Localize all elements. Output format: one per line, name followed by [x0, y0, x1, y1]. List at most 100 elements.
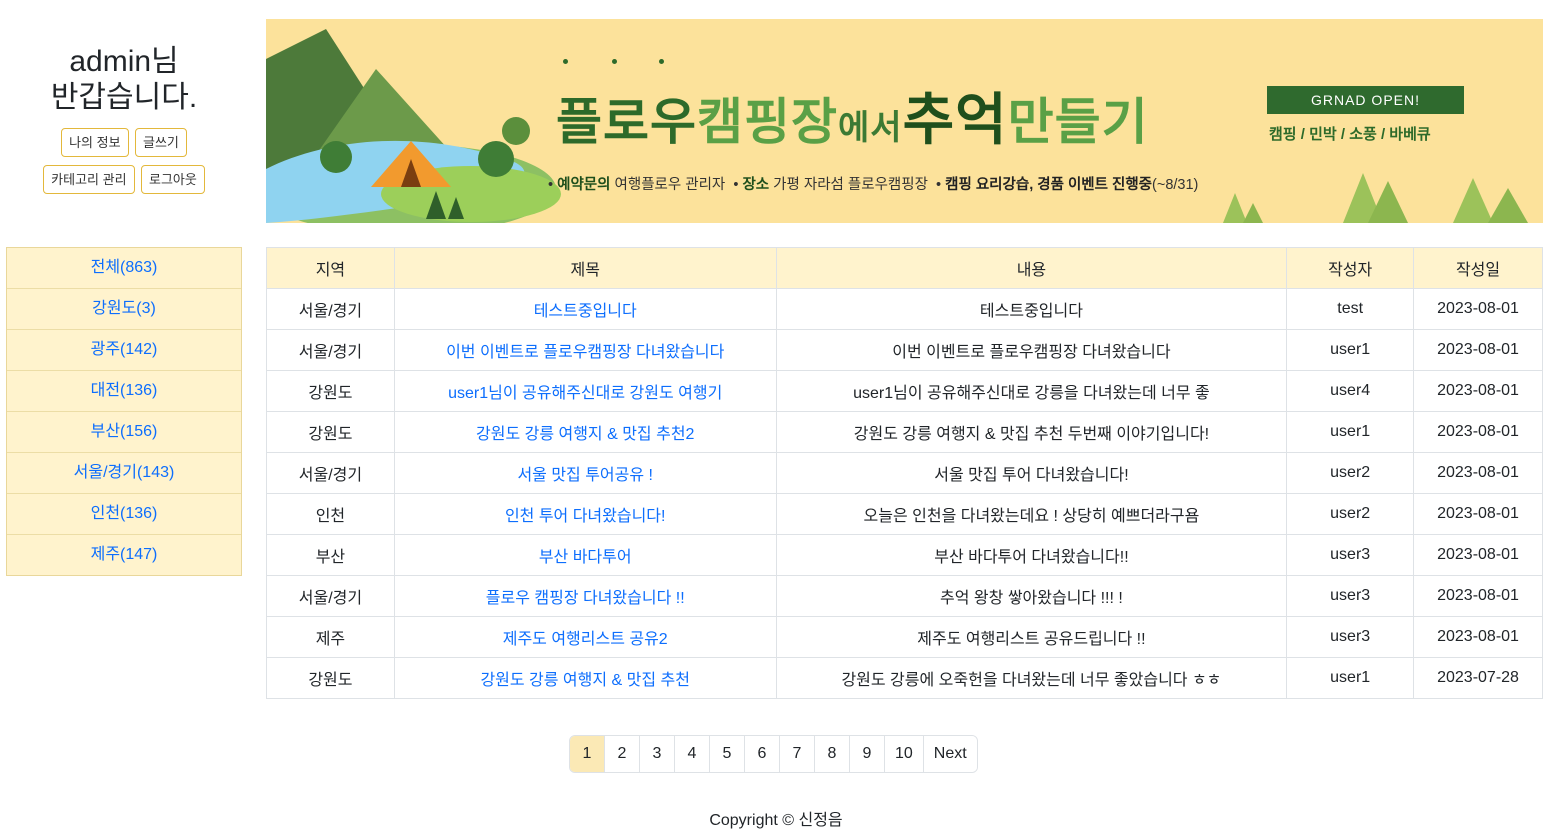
- page-button-7[interactable]: 7: [779, 736, 814, 772]
- cell-region: 인천: [266, 493, 395, 535]
- post-title-link[interactable]: 테스트중입니다: [393, 288, 777, 330]
- post-title-link[interactable]: 부산 바다투어: [393, 534, 777, 576]
- cell-content: 강원도 강릉에 오죽헌을 다녀왔는데 너무 좋았습니다 ㅎㅎ: [775, 657, 1288, 699]
- category-item-all[interactable]: 전체(863): [7, 248, 241, 288]
- info2-text: 가평 자라섬 플로우캠핑장: [773, 177, 928, 193]
- cell-author: user1: [1286, 329, 1415, 371]
- page-button-4[interactable]: 4: [674, 736, 709, 772]
- cell-date: 2023-08-01: [1413, 288, 1543, 330]
- post-title-link[interactable]: user1님이 공유해주신대로 강원도 여행기: [393, 370, 777, 412]
- info3-text: (~8/31): [1152, 177, 1199, 193]
- post-title-link[interactable]: 이번 이벤트로 플로우캠핑장 다녀왔습니다: [393, 329, 777, 371]
- write-button[interactable]: 글쓰기: [135, 128, 187, 157]
- board-table: 지역 제목 내용 작성자 작성일 서울/경기 테스트중입니다 테스트중입니다 t…: [266, 247, 1543, 699]
- page-button-10[interactable]: 10: [884, 736, 923, 772]
- cell-region: 서울/경기: [266, 575, 395, 617]
- next-page-button[interactable]: Next: [922, 736, 977, 772]
- category-manage-button[interactable]: 카테고리 관리: [43, 165, 135, 194]
- cell-author: user1: [1286, 657, 1415, 699]
- category-item-incheon[interactable]: 인천(136): [7, 493, 241, 534]
- cell-date: 2023-07-28: [1413, 657, 1543, 699]
- banner-services: 캠핑 / 민박 / 소풍 / 바베큐: [1269, 126, 1431, 143]
- post-title-link[interactable]: 서울 맛집 투어공유 !: [393, 452, 777, 494]
- cell-region: 강원도: [266, 370, 395, 412]
- cell-author: user1: [1286, 411, 1415, 453]
- cell-author: user3: [1286, 534, 1415, 576]
- cell-content: user1님이 공유해주신대로 강릉을 다녀왔는데 너무 좋: [775, 370, 1288, 412]
- cell-date: 2023-08-01: [1413, 575, 1543, 617]
- cell-author: test: [1286, 288, 1415, 330]
- cell-date: 2023-08-01: [1413, 616, 1543, 658]
- category-item-jeju[interactable]: 제주(147): [7, 534, 241, 575]
- category-item-daejeon[interactable]: 대전(136): [7, 370, 241, 411]
- post-title-link[interactable]: 강원도 강릉 여행지 & 맛집 추천2: [393, 411, 777, 453]
- user-button-row-1: 나의 정보 글쓰기: [6, 128, 242, 157]
- cell-region: 서울/경기: [266, 329, 395, 371]
- table-row: 강원도 강원도 강릉 여행지 & 맛집 추천2 강원도 강릉 여행지 & 맛집 …: [266, 411, 1543, 453]
- page-button-1[interactable]: 1: [570, 736, 604, 772]
- table-row: 인천 인천 투어 다녀왔습니다! 오늘은 인천을 다녀왔는데요 ! 상당히 예쁘…: [266, 493, 1543, 535]
- header-region: 지역: [266, 247, 395, 289]
- greeting-line1: admin님: [69, 45, 179, 78]
- cell-content: 이번 이벤트로 플로우캠핑장 다녀왔습니다: [775, 329, 1288, 371]
- category-item-gwangju[interactable]: 광주(142): [7, 329, 241, 370]
- cell-date: 2023-08-01: [1413, 493, 1543, 535]
- cell-content: 부산 바다투어 다녀왔습니다!!: [775, 534, 1288, 576]
- cell-author: user2: [1286, 493, 1415, 535]
- banner-title: 플로우캠핑장에서추억만들기: [556, 75, 1149, 156]
- page-button-3[interactable]: 3: [639, 736, 674, 772]
- table-row: 강원도 강원도 강릉 여행지 & 맛집 추천 강원도 강릉에 오죽헌을 다녀왔는…: [266, 657, 1543, 699]
- banner-title-part2: 캠핑장: [697, 92, 838, 151]
- user-panel: admin님 반갑습니다. 나의 정보 글쓰기 카테고리 관리 로그아웃: [6, 44, 242, 194]
- greeting-line2: 반갑습니다.: [50, 81, 198, 114]
- header-date: 작성일: [1413, 247, 1543, 289]
- category-item-seoul-gyeonggi[interactable]: 서울/경기(143): [7, 452, 241, 493]
- cell-content: 강원도 강릉 여행지 & 맛집 추천 두번째 이야기입니다!: [775, 411, 1288, 453]
- cell-content: 제주도 여행리스트 공유드립니다 !!: [775, 616, 1288, 658]
- page-button-6[interactable]: 6: [744, 736, 779, 772]
- table-row: 서울/경기 테스트중입니다 테스트중입니다 test 2023-08-01: [266, 288, 1543, 330]
- header-title: 제목: [393, 247, 777, 289]
- banner-title-part1: 플로우: [556, 92, 697, 151]
- cell-content: 추억 왕창 쌓아왔습니다 !!! !: [775, 575, 1288, 617]
- info2-label: 장소: [742, 177, 770, 193]
- cell-date: 2023-08-01: [1413, 370, 1543, 412]
- post-title-link[interactable]: 강원도 강릉 여행지 & 맛집 추천: [393, 657, 777, 699]
- post-title-link[interactable]: 인천 투어 다녀왔습니다!: [393, 493, 777, 535]
- cell-date: 2023-08-01: [1413, 329, 1543, 371]
- category-item-busan[interactable]: 부산(156): [7, 411, 241, 452]
- grand-open-badge: GRNAD OPEN!: [1267, 86, 1464, 114]
- camping-landscape-illustration: [266, 29, 561, 223]
- user-button-row-2: 카테고리 관리 로그아웃: [6, 165, 242, 194]
- page-button-5[interactable]: 5: [709, 736, 744, 772]
- table-header-row: 지역 제목 내용 작성자 작성일: [266, 247, 1543, 289]
- cell-date: 2023-08-01: [1413, 534, 1543, 576]
- cell-region: 서울/경기: [266, 288, 395, 330]
- cell-region: 서울/경기: [266, 452, 395, 494]
- header-content: 내용: [775, 247, 1288, 289]
- page-button-2[interactable]: 2: [604, 736, 639, 772]
- footer-copyright: Copyright © 신정음: [709, 812, 843, 829]
- table-row: 서울/경기 이번 이벤트로 플로우캠핑장 다녀왔습니다 이번 이벤트로 플로우캠…: [266, 329, 1543, 371]
- cell-region: 부산: [266, 534, 395, 576]
- cell-content: 테스트중입니다: [775, 288, 1288, 330]
- post-title-link[interactable]: 제주도 여행리스트 공유2: [393, 616, 777, 658]
- cell-author: user4: [1286, 370, 1415, 412]
- page-button-8[interactable]: 8: [814, 736, 849, 772]
- banner-info: • 예약문의 여행플로우 관리자 • 장소 가평 자라섬 플로우캠핑장 • 캠핑…: [548, 177, 1199, 193]
- table-row: 서울/경기 서울 맛집 투어공유 ! 서울 맛집 투어 다녀왔습니다! user…: [266, 452, 1543, 494]
- category-item-gangwon[interactable]: 강원도(3): [7, 288, 241, 329]
- cell-content: 오늘은 인천을 다녀왔는데요 ! 상당히 예쁘더라구욤: [775, 493, 1288, 535]
- event-banner: 플로우캠핑장에서추억만들기 • 예약문의 여행플로우 관리자 • 장소 가평 자…: [266, 19, 1543, 223]
- table-row: 서울/경기 플로우 캠핑장 다녀왔습니다 !! 추억 왕창 쌓아왔습니다 !!!…: [266, 575, 1543, 617]
- post-title-link[interactable]: 플로우 캠핑장 다녀왔습니다 !!: [393, 575, 777, 617]
- logout-button[interactable]: 로그아웃: [140, 165, 205, 194]
- my-info-button[interactable]: 나의 정보: [61, 128, 129, 157]
- banner-title-part3: 에서: [838, 108, 903, 148]
- header-author: 작성자: [1286, 247, 1415, 289]
- cell-region: 제주: [266, 616, 395, 658]
- cell-content: 서울 맛집 투어 다녀왔습니다!: [775, 452, 1288, 494]
- cell-author: user2: [1286, 452, 1415, 494]
- page-button-9[interactable]: 9: [849, 736, 884, 772]
- table-row: 부산 부산 바다투어 부산 바다투어 다녀왔습니다!! user3 2023-0…: [266, 534, 1543, 576]
